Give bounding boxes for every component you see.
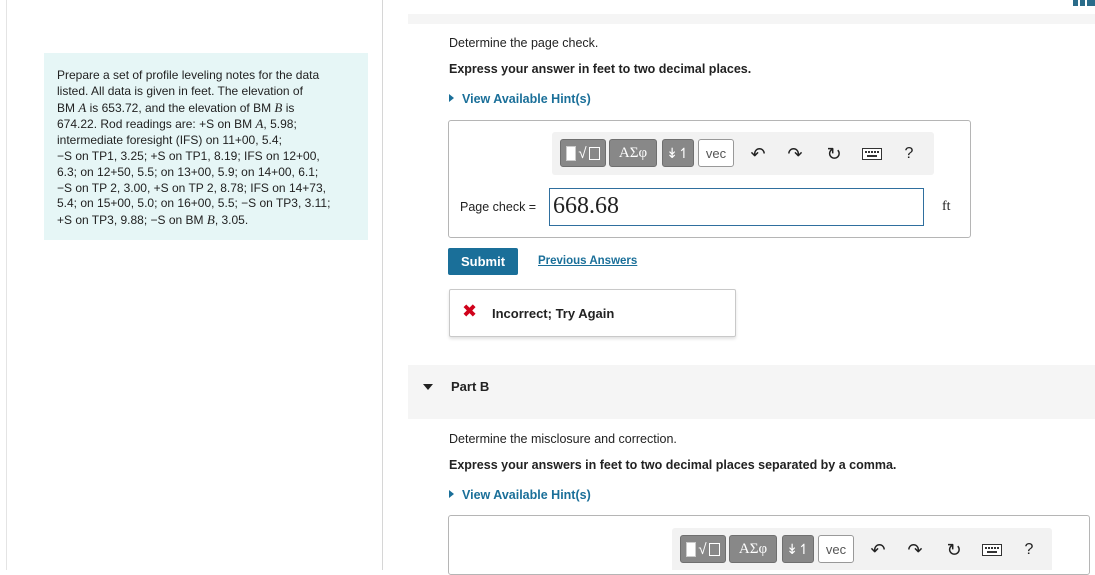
arrows-button[interactable]: ↡↿ — [782, 535, 814, 563]
part-a-header-band — [408, 14, 1095, 24]
problem-line: Prepare a set of profile leveling notes … — [57, 68, 320, 82]
help-icon[interactable]: ? — [1018, 539, 1040, 561]
problem-line: intermediate foresight (IFS) on 11+00, 5… — [57, 133, 282, 148]
greek-symbols-button[interactable]: ΑΣφ — [609, 139, 657, 167]
problem-line: +S on TP3, 9.88; −S on BM B, 3.05. — [57, 212, 249, 228]
caret-right-icon — [449, 94, 454, 102]
unit-label: ft — [942, 199, 951, 214]
redo-icon[interactable]: ↷ — [784, 143, 806, 165]
radical-template-icon: √ — [566, 145, 600, 162]
submit-button[interactable]: Submit — [448, 248, 518, 275]
part-b-title: Part B — [451, 379, 490, 394]
feedback-box: ✖ Incorrect; Try Again — [449, 289, 736, 337]
column-divider — [382, 0, 383, 570]
templates-button[interactable]: √ — [560, 139, 606, 167]
page-check-label: Page check = — [460, 200, 537, 214]
part-b-question: Determine the misclosure and correction. — [449, 432, 677, 446]
part-b-instruction: Express your answers in feet to two deci… — [449, 458, 897, 472]
vector-button[interactable]: vec — [698, 139, 734, 167]
previous-answers-link[interactable]: Previous Answers — [538, 255, 637, 267]
problem-statement: Prepare a set of profile leveling notes … — [44, 53, 368, 240]
reset-icon[interactable]: ↻ — [823, 143, 845, 165]
keyboard-icon[interactable] — [861, 143, 883, 165]
help-icon[interactable]: ? — [898, 143, 920, 165]
reset-icon[interactable]: ↻ — [943, 539, 965, 561]
redo-icon[interactable]: ↷ — [904, 539, 926, 561]
left-border — [6, 0, 7, 570]
problem-line: −S on TP 2, 3.00, +S on TP 2, 8.78; IFS … — [57, 180, 326, 195]
problem-line: −S on TP1, 3.25; +S on TP1, 8.19; IFS on… — [57, 148, 320, 163]
vector-button[interactable]: vec — [818, 535, 854, 563]
incorrect-x-icon: ✖ — [462, 301, 478, 321]
math-toolbar: √ ΑΣφ ↡↿ vec ↶ ↷ ↻ ? — [552, 132, 934, 175]
part-a-hint-link[interactable]: View Available Hint(s) — [449, 92, 591, 106]
radical-template-icon: √ — [686, 541, 720, 558]
undo-icon[interactable]: ↶ — [747, 143, 769, 165]
feedback-message: Incorrect; Try Again — [492, 306, 615, 321]
problem-line: listed. All data is given in feet. The e… — [57, 83, 303, 98]
problem-line: BM A is 653.72, and the elevation of BM … — [57, 99, 295, 115]
arrows-button[interactable]: ↡↿ — [662, 139, 694, 167]
part-a-instruction: Express your answer in feet to two decim… — [449, 62, 752, 76]
problem-line: 6.3; on 12+50, 5.5; on 13+00, 5.9; on 14… — [57, 164, 319, 179]
page-check-input[interactable]: 668.68 — [549, 188, 924, 226]
problem-line: 5.4; on 15+00, 5.0; on 16+00, 5.5; −S on… — [57, 196, 331, 211]
problem-line: 674.22. Rod readings are: +S on BM A, 5.… — [57, 116, 297, 132]
templates-button[interactable]: √ — [680, 535, 726, 563]
caret-right-icon — [449, 490, 454, 498]
part-a-question: Determine the page check. — [449, 36, 599, 50]
part-b-header[interactable] — [408, 365, 1095, 419]
part-b-hint-link[interactable]: View Available Hint(s) — [449, 488, 591, 502]
keyboard-icon[interactable] — [981, 539, 1003, 561]
collapse-triangle-icon[interactable] — [423, 384, 433, 390]
corner-resize-icon[interactable] — [1073, 0, 1095, 6]
undo-icon[interactable]: ↶ — [867, 539, 889, 561]
greek-symbols-button[interactable]: ΑΣφ — [729, 535, 777, 563]
math-toolbar-part-b: √ ΑΣφ ↡↿ vec ↶ ↷ ↻ ? — [672, 528, 1052, 570]
